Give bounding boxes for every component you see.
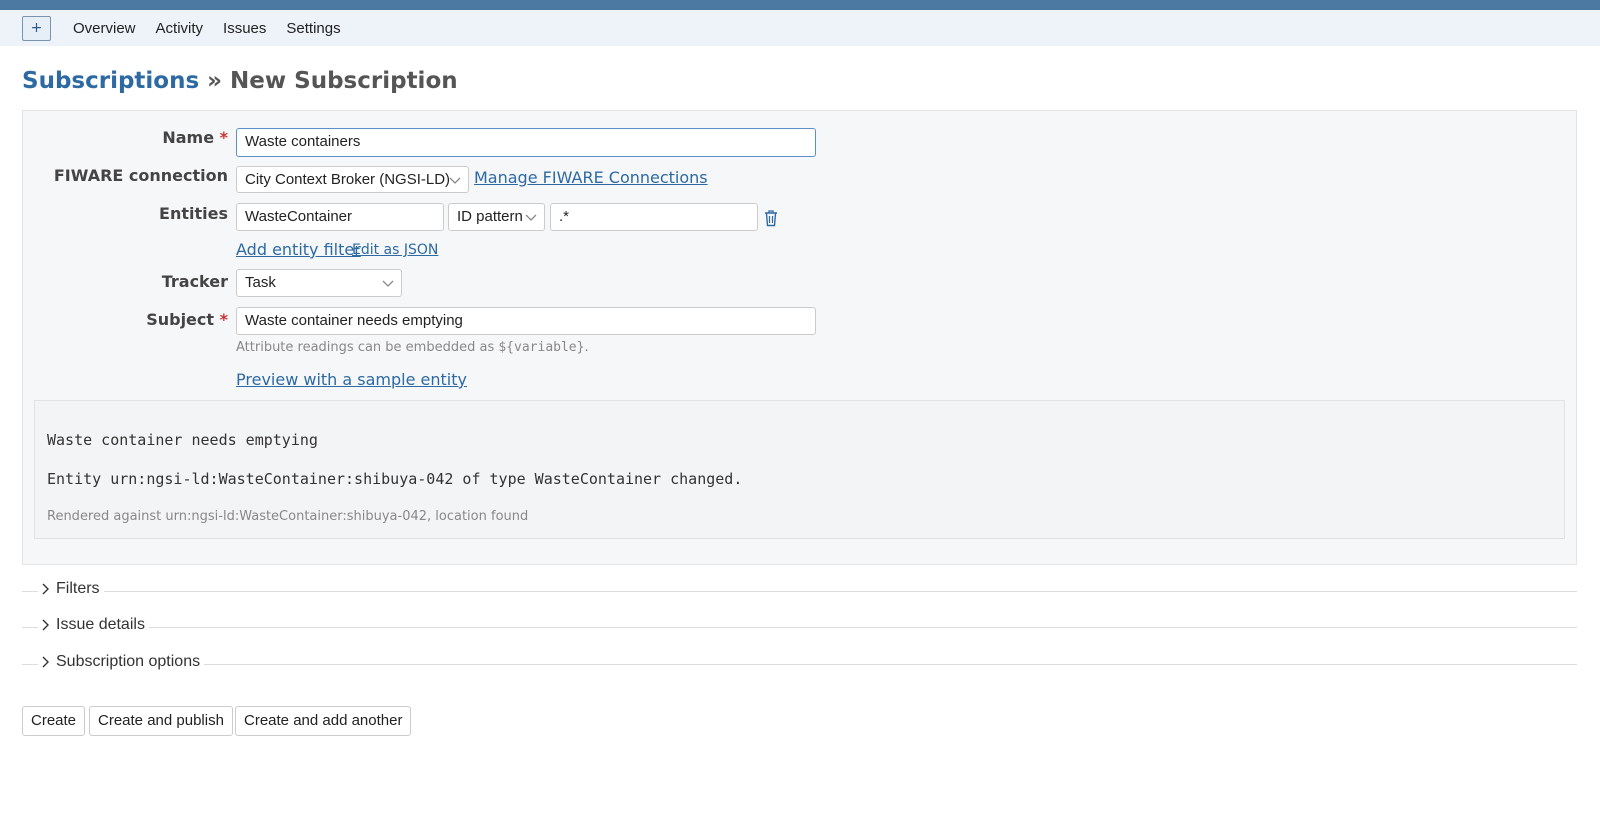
tracker-label: Tracker xyxy=(161,272,228,291)
entity-match-value: ID pattern xyxy=(457,208,523,225)
name-field[interactable]: Waste containers xyxy=(236,128,816,157)
tab-issues[interactable]: Issues xyxy=(223,20,266,37)
fiware-connection-select[interactable]: City Context Broker (NGSI-LD) xyxy=(236,166,469,193)
section-subscription-options[interactable]: Subscription options xyxy=(22,653,1577,671)
subject-hint: Attribute readings can be embedded as ${… xyxy=(236,340,589,355)
tracker-value: Task xyxy=(245,274,276,291)
entity-match-select[interactable]: ID pattern xyxy=(448,203,545,231)
fiware-connection-label: FIWARE connection xyxy=(53,166,228,185)
page-title: Subscriptions » New Subscription xyxy=(22,68,458,94)
manage-fiware-connections-link[interactable]: Manage FIWARE Connections xyxy=(474,168,708,187)
entity-pattern-field[interactable]: .* xyxy=(550,203,758,231)
tab-activity[interactable]: Activity xyxy=(156,20,204,37)
subject-field[interactable]: Waste container needs emptying xyxy=(236,307,816,335)
fiware-connection-value: City Context Broker (NGSI-LD) xyxy=(245,171,451,188)
main-menu: + Overview Activity Issues Settings xyxy=(0,10,1600,46)
tab-overview[interactable]: Overview xyxy=(73,20,136,37)
entity-type-field[interactable]: WasteContainer xyxy=(236,203,444,231)
preview-description: Entity urn:ngsi-ld:WasteContainer:shibuy… xyxy=(47,470,743,488)
chevron-right-icon xyxy=(42,619,49,631)
section-issue-details[interactable]: Issue details xyxy=(22,616,1577,634)
subject-label: Subject * xyxy=(146,310,228,329)
create-and-add-another-button[interactable]: Create and add another xyxy=(235,706,412,736)
preview-sample-entity-link[interactable]: Preview with a sample entity xyxy=(236,370,467,389)
chevron-right-icon xyxy=(42,656,49,668)
section-issue-details-label: Issue details xyxy=(56,616,145,633)
chevron-down-icon xyxy=(525,214,537,221)
new-object-button[interactable]: + xyxy=(22,15,51,41)
trash-icon[interactable] xyxy=(763,209,779,227)
subject-preview-panel: Waste container needs emptying Entity ur… xyxy=(34,400,1565,539)
name-label: Name * xyxy=(162,128,228,147)
chevron-down-icon xyxy=(382,280,394,287)
create-button[interactable]: Create xyxy=(22,706,86,736)
edit-as-json-link[interactable]: Edit as JSON xyxy=(352,242,438,258)
add-entity-filter-link[interactable]: Add entity filter xyxy=(236,240,361,259)
section-filters-label: Filters xyxy=(56,580,100,597)
preview-subject: Waste container needs emptying xyxy=(47,431,318,449)
section-subscription-options-label: Subscription options xyxy=(56,653,201,670)
top-header-bar xyxy=(0,0,1600,10)
section-filters[interactable]: Filters xyxy=(22,580,1577,598)
page-title-current: New Subscription xyxy=(230,68,458,94)
chevron-down-icon xyxy=(449,177,461,184)
tab-settings[interactable]: Settings xyxy=(286,20,340,37)
breadcrumb-separator: » xyxy=(199,68,231,94)
tracker-select[interactable]: Task xyxy=(236,269,402,297)
entities-label: Entities xyxy=(159,204,228,223)
chevron-right-icon xyxy=(42,583,49,595)
preview-note: Rendered against urn:ngsi-ld:WasteContai… xyxy=(47,509,529,524)
breadcrumb-subscriptions-link[interactable]: Subscriptions xyxy=(22,68,199,94)
create-and-publish-button[interactable]: Create and publish xyxy=(89,706,233,736)
